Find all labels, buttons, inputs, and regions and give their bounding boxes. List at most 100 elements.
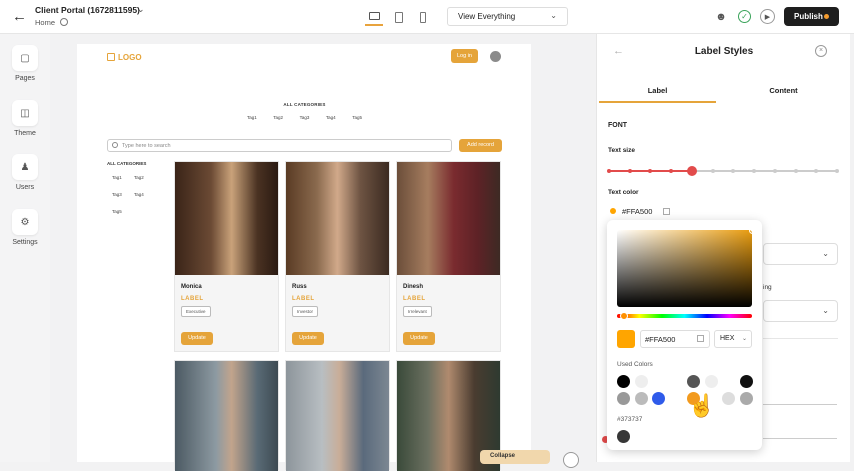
text-color-swatch: [610, 208, 616, 214]
sidebar-item-pages[interactable]: ▢ Pages: [0, 45, 50, 82]
hue-knob[interactable]: [620, 312, 628, 320]
text-color-field[interactable]: #FFA500: [608, 204, 670, 218]
color-format-select[interactable]: HEX ⌄: [714, 330, 752, 348]
record-photo: [397, 162, 500, 275]
tab-label[interactable]: Label: [599, 86, 716, 103]
project-title[interactable]: Client Portal (1672811595): [35, 5, 140, 15]
record-card: Dinesh LABEL Irrelevant Update: [396, 161, 501, 352]
custom-color-swatch[interactable]: [617, 430, 630, 443]
close-icon[interactable]: ×: [815, 45, 827, 57]
tag-filter[interactable]: Tag5: [352, 115, 362, 120]
search-icon: [112, 142, 118, 148]
used-color-swatch[interactable]: [669, 375, 683, 388]
panel-select-field[interactable]: ⌄: [763, 243, 838, 265]
sidebar-item-theme[interactable]: ◫ Theme: [0, 100, 50, 137]
used-color-swatch[interactable]: [617, 375, 630, 388]
view-select[interactable]: View Everything ⌄: [447, 7, 568, 26]
search-input[interactable]: Type here to search: [107, 139, 452, 152]
avatar[interactable]: [490, 51, 501, 62]
sidebar-item-settings[interactable]: ⚙ Settings: [0, 209, 50, 246]
chevron-down-icon: ⌄: [741, 336, 747, 342]
used-color-swatch[interactable]: [634, 392, 648, 405]
text-size-step[interactable]: [752, 169, 757, 173]
tag-filter[interactable]: Tag1: [247, 115, 257, 120]
font-section-title: FONT: [608, 122, 628, 129]
record-label: LABEL: [181, 296, 204, 302]
text-size-step[interactable]: [669, 169, 674, 173]
site-logo[interactable]: LOGO: [107, 53, 142, 62]
text-size-step[interactable]: [835, 169, 839, 173]
sidebar-item-users[interactable]: ♟ Users: [0, 154, 50, 191]
publish-button[interactable]: Publish: [784, 7, 839, 26]
text-size-slider[interactable]: [607, 166, 839, 176]
category-tag[interactable]: Tag4: [134, 192, 144, 197]
used-color-swatch[interactable]: [722, 392, 735, 405]
record-photo: [286, 361, 389, 471]
copy-icon[interactable]: [662, 208, 670, 215]
record-role-tag: Irrelevant: [403, 306, 432, 317]
used-color-swatch[interactable]: [669, 392, 683, 405]
update-button[interactable]: Update: [292, 332, 324, 345]
color-picker-popup: #FFA500 HEX ⌄ Used Colors #373737: [607, 220, 762, 450]
mobile-view-button[interactable]: [414, 8, 432, 26]
tag-filter[interactable]: Tag3: [300, 115, 310, 120]
floating-action-icon[interactable]: [563, 452, 579, 468]
globe-icon[interactable]: [60, 18, 68, 26]
used-color-swatch[interactable]: [722, 375, 735, 388]
page-name[interactable]: Home: [35, 18, 55, 27]
category-tag[interactable]: Tag3: [112, 192, 122, 197]
text-size-step[interactable]: [772, 169, 777, 173]
selected-color-swatch: [617, 330, 635, 348]
check-circle-icon[interactable]: ✓: [738, 10, 751, 23]
panel-select-field[interactable]: ⌄: [763, 300, 838, 322]
gradient-knob[interactable]: [749, 227, 756, 234]
preview-play-icon[interactable]: ▶: [760, 9, 775, 24]
color-gradient-area[interactable]: [617, 230, 752, 307]
text-size-step[interactable]: [793, 169, 798, 173]
category-tag[interactable]: Tag5: [112, 209, 122, 214]
tablet-view-button[interactable]: [390, 8, 408, 26]
project-dropdown-chevron-icon[interactable]: ⌄: [137, 4, 145, 15]
share-user-icon[interactable]: ☻: [713, 9, 729, 25]
category-tag[interactable]: Tag1: [112, 175, 122, 180]
text-size-label: Text size: [608, 147, 635, 154]
used-color-swatch[interactable]: [652, 375, 665, 388]
text-size-knob[interactable]: [686, 166, 697, 176]
used-color-swatch[interactable]: [652, 392, 665, 405]
text-size-step[interactable]: [627, 169, 632, 173]
text-size-step[interactable]: [814, 169, 819, 173]
used-color-swatch[interactable]: [617, 392, 630, 405]
used-color-swatch[interactable]: [704, 375, 718, 388]
panel-slider[interactable]: [763, 438, 837, 439]
used-color-swatch[interactable]: [739, 392, 753, 405]
hue-slider[interactable]: [617, 314, 752, 318]
text-size-step[interactable]: [710, 169, 715, 173]
add-record-button[interactable]: Add record: [459, 139, 502, 152]
update-button[interactable]: Update: [181, 332, 213, 345]
tab-content[interactable]: Content: [725, 86, 842, 95]
text-size-step[interactable]: [648, 169, 653, 173]
panel-title: Label Styles: [694, 46, 754, 57]
panel-slider[interactable]: [763, 404, 837, 405]
logo-icon: [107, 53, 115, 61]
copy-icon[interactable]: [697, 335, 704, 342]
left-sidebar: ▢ Pages ◫ Theme ♟ Users ⚙ Settings: [0, 34, 50, 462]
text-size-step[interactable]: [607, 169, 611, 173]
desktop-view-button[interactable]: [365, 8, 383, 26]
used-color-swatch[interactable]: [739, 375, 753, 388]
tag-filter[interactable]: Tag2: [273, 115, 283, 120]
record-card: Russ LABEL Investor Update: [285, 161, 390, 352]
text-color-value: #FFA500: [622, 207, 653, 216]
tag-filter[interactable]: Tag4: [326, 115, 336, 120]
category-tag[interactable]: Tag2: [134, 175, 144, 180]
hex-value: #FFA500: [645, 335, 676, 344]
back-arrow-icon[interactable]: ←: [12, 8, 27, 25]
used-color-swatch[interactable]: [687, 375, 700, 388]
text-size-step[interactable]: [731, 169, 736, 173]
login-button[interactable]: Log in: [451, 49, 478, 63]
text-color-label: Text color: [608, 189, 639, 196]
used-color-swatch[interactable]: [634, 375, 648, 388]
hand-pointer-cursor-icon: ☝: [688, 393, 716, 418]
hex-input[interactable]: #FFA500: [640, 330, 710, 348]
update-button[interactable]: Update: [403, 332, 435, 345]
